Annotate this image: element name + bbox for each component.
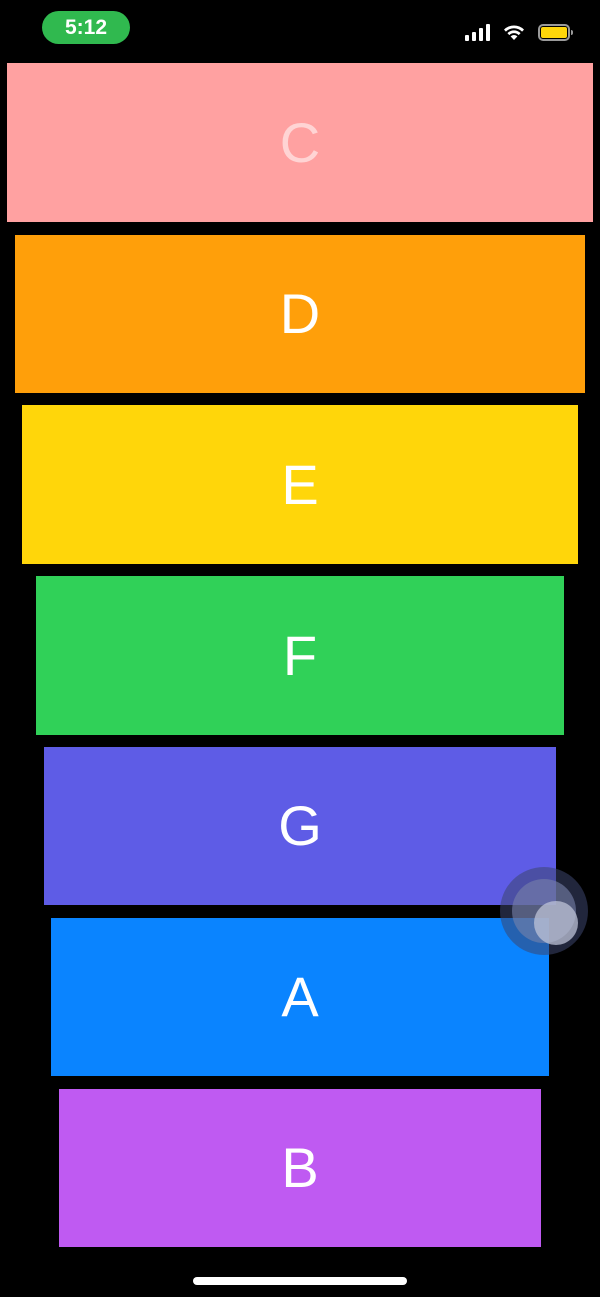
status-icons: [465, 20, 573, 44]
card-e[interactable]: E: [22, 405, 578, 564]
card-f[interactable]: F: [36, 576, 564, 735]
status-time[interactable]: 5:12: [42, 11, 130, 44]
card-label: B: [281, 1136, 319, 1199]
card-label: G: [278, 794, 322, 857]
card-label: C: [279, 110, 321, 174]
card-d[interactable]: D: [15, 235, 585, 393]
card-a[interactable]: A: [51, 918, 549, 1076]
battery-icon: [538, 23, 573, 41]
signal-icon: [465, 23, 490, 41]
wifi-icon: [504, 25, 524, 40]
status-bar: 5:12: [0, 0, 600, 60]
card-label: A: [281, 965, 319, 1028]
card-label: F: [282, 623, 318, 687]
card-label: E: [281, 452, 319, 516]
touch-indicator: [500, 867, 588, 955]
home-indicator[interactable]: [193, 1277, 407, 1285]
card-label: D: [279, 282, 321, 345]
card-b[interactable]: B: [59, 1089, 541, 1247]
card-c[interactable]: C: [7, 63, 593, 222]
card-g[interactable]: G: [44, 747, 556, 905]
